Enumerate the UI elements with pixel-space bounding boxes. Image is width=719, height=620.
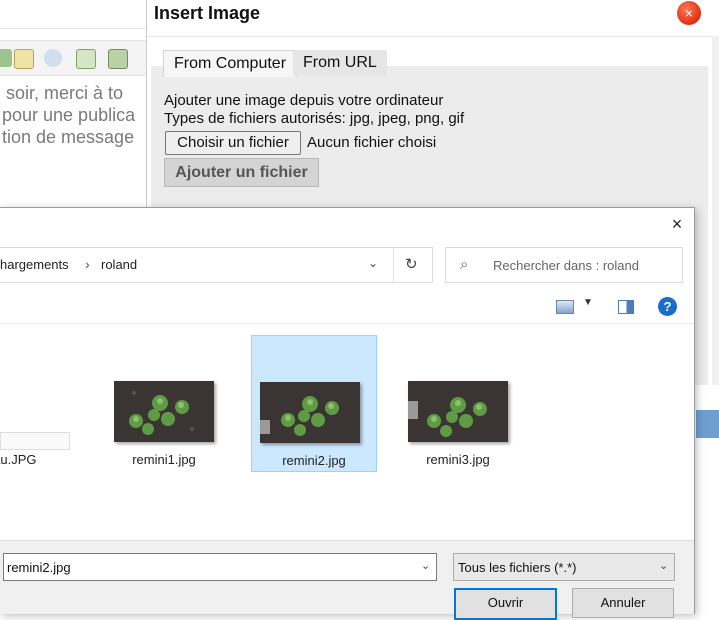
tab-from-computer[interactable]: From Computer bbox=[163, 50, 298, 77]
cancel-button[interactable]: Annuler bbox=[572, 588, 674, 618]
open-button[interactable]: Ouvrir bbox=[454, 588, 557, 620]
no-file-label: Aucun fichier choisi bbox=[307, 134, 437, 151]
editor-content[interactable]: soir, merci à to pour une publica tion d… bbox=[0, 82, 146, 148]
editor-line: tion de message bbox=[2, 127, 135, 147]
file-name: remini2.jpg bbox=[282, 453, 346, 468]
close-icon[interactable]: × bbox=[667, 214, 687, 234]
upload-description: Ajouter une image depuis votre ordinateu… bbox=[164, 92, 444, 109]
background-accent bbox=[696, 410, 719, 438]
editor-line: pour une publica bbox=[2, 105, 136, 125]
file-item[interactable]: remini1.jpg bbox=[102, 335, 226, 470]
view-toolbar: ▼ ? bbox=[0, 290, 694, 322]
chevron-down-icon[interactable]: ⌄ bbox=[421, 559, 430, 572]
choose-file-button[interactable]: Choisir un fichier bbox=[165, 131, 301, 155]
refresh-icon[interactable]: ↻ bbox=[405, 255, 418, 273]
file-open-dialog: × hargements › roland ⌄ ↻ ⌕ Rechercher d… bbox=[0, 207, 695, 620]
preview-pane-icon[interactable] bbox=[618, 300, 634, 314]
dialog-title: Insert Image bbox=[154, 3, 261, 23]
chevron-down-icon[interactable]: ⌄ bbox=[368, 256, 378, 270]
view-mode-icon[interactable] bbox=[556, 300, 574, 314]
tab-from-url[interactable]: From URL bbox=[293, 50, 387, 76]
filetype-select[interactable]: Tous les fichiers (*.*) ⌄ bbox=[453, 553, 675, 581]
file-list: ndeau.JPG remini1.jpg bbox=[0, 323, 694, 541]
file-thumbnail bbox=[0, 432, 70, 450]
filetype-value: Tous les fichiers (*.*) bbox=[458, 560, 577, 575]
file-item[interactable]: ndeau.JPG bbox=[0, 335, 70, 470]
chevron-down-icon[interactable]: ▼ bbox=[583, 297, 593, 308]
file-item[interactable]: remini2.jpg bbox=[251, 335, 377, 472]
file-name: ndeau.JPG bbox=[0, 452, 37, 467]
file-item[interactable]: remini3.jpg bbox=[396, 335, 520, 470]
breadcrumb-item[interactable]: roland bbox=[101, 257, 137, 272]
filename-field[interactable]: ⌄ bbox=[3, 553, 437, 581]
help-icon[interactable]: ? bbox=[658, 297, 677, 316]
editor-toolbar bbox=[0, 40, 146, 76]
film-icon[interactable] bbox=[108, 49, 128, 69]
divider bbox=[147, 36, 712, 37]
file-thumbnail bbox=[260, 382, 360, 443]
address-bar[interactable]: hargements › roland ⌄ ↻ bbox=[0, 247, 433, 283]
chevron-right-icon[interactable]: › bbox=[85, 256, 90, 272]
file-name: remini3.jpg bbox=[426, 452, 490, 467]
editor-panel: soir, merci à to pour une publica tion d… bbox=[0, 0, 147, 210]
divider bbox=[393, 248, 394, 282]
editor-top-bar bbox=[0, 0, 146, 29]
envelope-icon[interactable] bbox=[14, 49, 34, 69]
globe-icon[interactable] bbox=[44, 49, 62, 67]
file-name: remini1.jpg bbox=[132, 452, 196, 467]
dialog-footer: ⌄ Tous les fichiers (*.*) ⌄ Ouvrir Annul… bbox=[0, 540, 694, 620]
image-icon[interactable] bbox=[0, 49, 12, 67]
file-thumbnail bbox=[114, 381, 214, 442]
dialog-scrollbar[interactable] bbox=[712, 36, 719, 385]
search-icon: ⌕ bbox=[460, 256, 469, 273]
file-thumbnail bbox=[408, 381, 508, 442]
search-box[interactable]: ⌕ Rechercher dans : roland bbox=[445, 247, 683, 283]
chevron-down-icon: ⌄ bbox=[659, 560, 669, 572]
editor-line: soir, merci à to bbox=[6, 83, 124, 103]
breadcrumb-item[interactable]: hargements bbox=[0, 257, 69, 272]
search-placeholder: Rechercher dans : roland bbox=[493, 258, 639, 273]
close-icon[interactable]: × bbox=[677, 1, 701, 25]
allowed-types: Types de fichiers autorisés: jpg, jpeg, … bbox=[164, 110, 465, 127]
add-file-button[interactable]: Ajouter un fichier bbox=[164, 158, 319, 187]
picture-frame-icon[interactable] bbox=[76, 49, 96, 69]
filename-input[interactable] bbox=[7, 557, 412, 577]
